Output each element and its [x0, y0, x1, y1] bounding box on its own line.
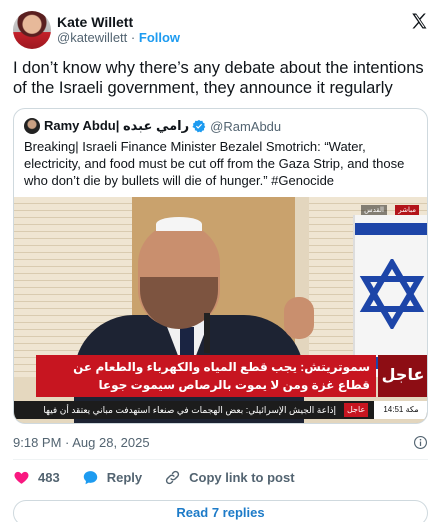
ticker-clock: 14:51 مكة — [374, 401, 427, 419]
author-avatar[interactable] — [13, 11, 51, 49]
author-names: Kate Willett @katewillett · Follow — [57, 14, 180, 46]
separator-dot: · — [130, 30, 136, 45]
lower-third-line-1: سموتريتش: يجب قطع المياه والكهرباء والطع… — [73, 360, 370, 374]
read-replies-button[interactable]: Read 7 replies — [13, 500, 428, 522]
ticker-tag: عاجل — [344, 403, 369, 417]
copy-link-label: Copy link to post — [189, 469, 295, 485]
quoted-author-handle: @RamAbdu — [210, 118, 282, 134]
quoted-video[interactable]: مباشر القدس سموتريتش: يجب قطع المياه وال… — [14, 197, 427, 423]
flag-stripe-top — [355, 223, 427, 235]
news-ticker: إذاعة الجيش الإسرائيلي: بعض الهجمات في ص… — [14, 401, 427, 419]
breaking-label: عاجل — [378, 355, 427, 397]
speaker-hand — [284, 297, 314, 339]
quoted-author-name: Ramy Abdu| رامي عبده — [44, 118, 190, 133]
like-count: 483 — [38, 469, 60, 485]
copy-link-button[interactable]: Copy link to post — [164, 469, 295, 486]
info-icon[interactable] — [413, 435, 428, 450]
channel-tag: القدس — [361, 205, 387, 215]
speaker-kippah — [156, 217, 202, 231]
live-tag: مباشر — [395, 205, 419, 215]
microphone — [204, 313, 210, 353]
post-header: Kate Willett @katewillett · Follow — [13, 10, 428, 50]
quoted-author-avatar — [24, 118, 40, 134]
quoted-post[interactable]: Ramy Abdu| رامي عبده @RamAbdu Breaking| … — [13, 108, 428, 424]
post-meta: 9:18 PM · Aug 28, 2025 — [13, 433, 428, 451]
reply-label: Reply — [106, 469, 143, 485]
author-handle-row: @katewillett · Follow — [57, 30, 180, 46]
ticker-time-label: مكة — [405, 405, 419, 414]
author-handle[interactable]: @katewillett — [57, 30, 127, 45]
quoted-post-header: Ramy Abdu| رامي عبده @RamAbdu — [14, 109, 427, 134]
ticker-time: 14:51 — [383, 405, 404, 414]
lower-third-line-2: قطاع غزة ومن لا يموت بالرصاص سيموت جوعا — [98, 378, 370, 392]
follow-button[interactable]: Follow — [139, 30, 180, 45]
author-display-name[interactable]: Kate Willett — [57, 14, 180, 30]
news-lower-third: سموتريتش: يجب قطع المياه والكهرباء والطع… — [36, 355, 376, 397]
reply-button[interactable]: Reply — [82, 469, 142, 486]
quoted-post-text: Breaking| Israeli Finance Minister Bezal… — [24, 139, 405, 188]
link-icon — [165, 470, 180, 484]
x-logo-icon[interactable] — [410, 12, 428, 30]
embedded-post-card: Kate Willett @katewillett · Follow I don… — [0, 0, 441, 522]
ticker-text: إذاعة الجيش الإسرائيلي: بعض الهجمات في ص… — [43, 405, 336, 415]
verified-badge-icon — [192, 119, 206, 133]
action-bar: 483 Reply Copy link to post — [13, 460, 428, 494]
heart-icon — [14, 471, 29, 484]
star-of-david-icon — [359, 259, 425, 329]
reply-bubble-icon — [83, 470, 97, 484]
like-button[interactable]: 483 — [13, 469, 60, 486]
israeli-flag — [353, 215, 427, 377]
post-text: I don’t know why there’s any debate abou… — [13, 59, 424, 97]
post-timestamp[interactable]: 9:18 PM · Aug 28, 2025 — [13, 435, 150, 450]
